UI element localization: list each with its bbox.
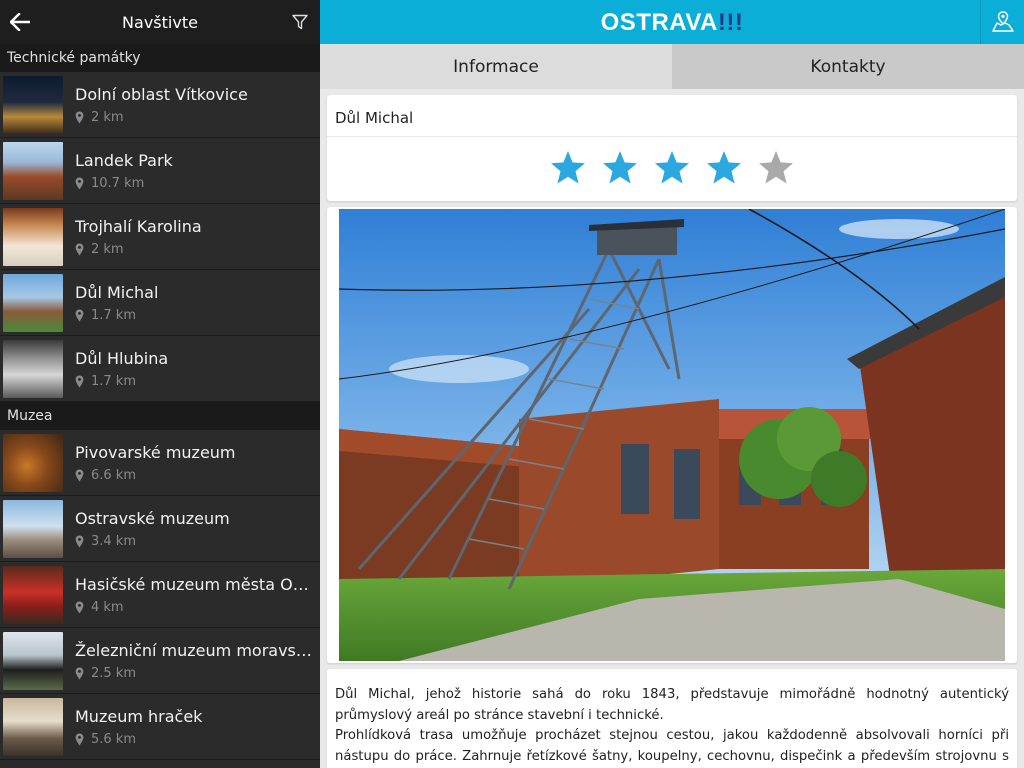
list-item[interactable]: Muzeum hraček 5.6 km [0,694,320,760]
thumbnail-image [3,273,63,332]
list-item-name: Důl Michal [75,282,159,302]
list-item[interactable]: Dolní oblast Vítkovice 2 km [0,72,320,138]
thumbnail-image [3,697,63,756]
star-filled-icon [551,151,585,184]
filter-icon [292,14,308,30]
top-bar: OSTRAVA!!! [320,0,1024,44]
list-item[interactable]: Hasičské muzeum města Os... 4 km [0,562,320,628]
location-pin-icon [75,375,84,387]
thumbnail-image [3,339,63,398]
photo-card [327,207,1017,663]
rating-stars [327,149,1017,187]
title-card: Důl Michal [327,95,1017,201]
list-item[interactable]: Ostravské muzeum 3.4 km [0,496,320,562]
list-item-name: Dolní oblast Vítkovice [75,84,248,104]
description-paragraph: Prohlídková trasa umožňuje procházet ste… [335,728,1009,764]
location-pin-icon [75,601,84,613]
star-filled-icon [603,151,637,184]
location-pin-icon [75,111,84,123]
star-filled-icon [655,151,689,184]
section-header-museums: Muzea [0,402,320,430]
list-item[interactable]: Důl Hlubina 1.7 km [0,336,320,402]
thumbnail-image [3,433,63,492]
list-item[interactable]: Železniční muzeum moravsk... 2.5 km [0,628,320,694]
sidebar-title: Navštivte [122,12,198,32]
star-empty-icon [759,151,793,184]
detail-title: Důl Michal [327,95,1017,137]
location-pin-icon [75,469,84,481]
location-pin-icon [75,177,84,189]
list-item-distance: 4 km [91,599,124,615]
thumbnail-image [3,141,63,200]
location-pin-icon [75,667,84,679]
mine-photo [339,209,1005,661]
list-item-distance: 2 km [91,241,124,257]
list-item-name: Důl Hlubina [75,348,169,368]
tab-bar: Informace Kontakty [320,44,1024,89]
list-item[interactable]: Landek Park 10.7 km [0,138,320,204]
list-item-distance: 3.4 km [91,533,136,549]
main-panel: OSTRAVA!!! Informace Kontakty Důl Michal [320,0,1024,768]
list-item-distance: 6.6 km [91,467,136,483]
star-filled-icon [707,151,741,184]
thumbnail-image [3,499,63,558]
sidebar: Navštivte Technické památky Dolní oblast… [0,0,320,768]
description-paragraph: Důl Michal, jehož historie sahá do roku … [335,687,1009,723]
map-button[interactable] [980,0,1024,44]
list-item-name: Hasičské muzeum města Os... [75,574,312,594]
back-button[interactable] [0,0,40,44]
description-card: Důl Michal, jehož historie sahá do roku … [327,669,1017,768]
section-header-technical: Technické památky [0,44,320,72]
thumbnail-image [3,565,63,624]
thumbnail-image [3,631,63,690]
tab-informace[interactable]: Informace [320,44,672,89]
list-item-name: Muzeum hraček [75,706,203,726]
list-item-name: Železniční muzeum moravsk... [75,640,312,660]
arrow-left-icon [10,13,30,31]
tab-kontakty[interactable]: Kontakty [672,44,1024,89]
list-item-name: Pivovarské muzeum [75,442,236,462]
thumbnail-image [3,207,63,266]
map-icon [991,11,1014,32]
location-pin-icon [75,243,84,255]
sidebar-header: Navštivte [0,0,320,44]
list-item-distance: 2 km [91,109,124,125]
list-item-distance: 1.7 km [91,373,136,389]
location-pin-icon [75,309,84,321]
filter-button[interactable] [286,8,314,36]
list-item-distance: 5.6 km [91,731,136,747]
location-pin-icon [75,535,84,547]
list-item-name: Ostravské muzeum [75,508,230,528]
list-item-distance: 2.5 km [91,665,136,681]
list-item[interactable]: Pivovarské muzeum 6.6 km [0,430,320,496]
ostrava-logo: OSTRAVA!!! [600,9,744,36]
list-item[interactable]: Důl Michal 1.7 km [0,270,320,336]
thumbnail-image [3,75,63,134]
list-item-name: Trojhalí Karolina [75,216,202,236]
list-item[interactable]: Trojhalí Karolina 2 km [0,204,320,270]
list-item-distance: 1.7 km [91,307,136,323]
list-item-distance: 10.7 km [91,175,145,191]
location-pin-icon [75,733,84,745]
list-item-name: Landek Park [75,150,173,170]
